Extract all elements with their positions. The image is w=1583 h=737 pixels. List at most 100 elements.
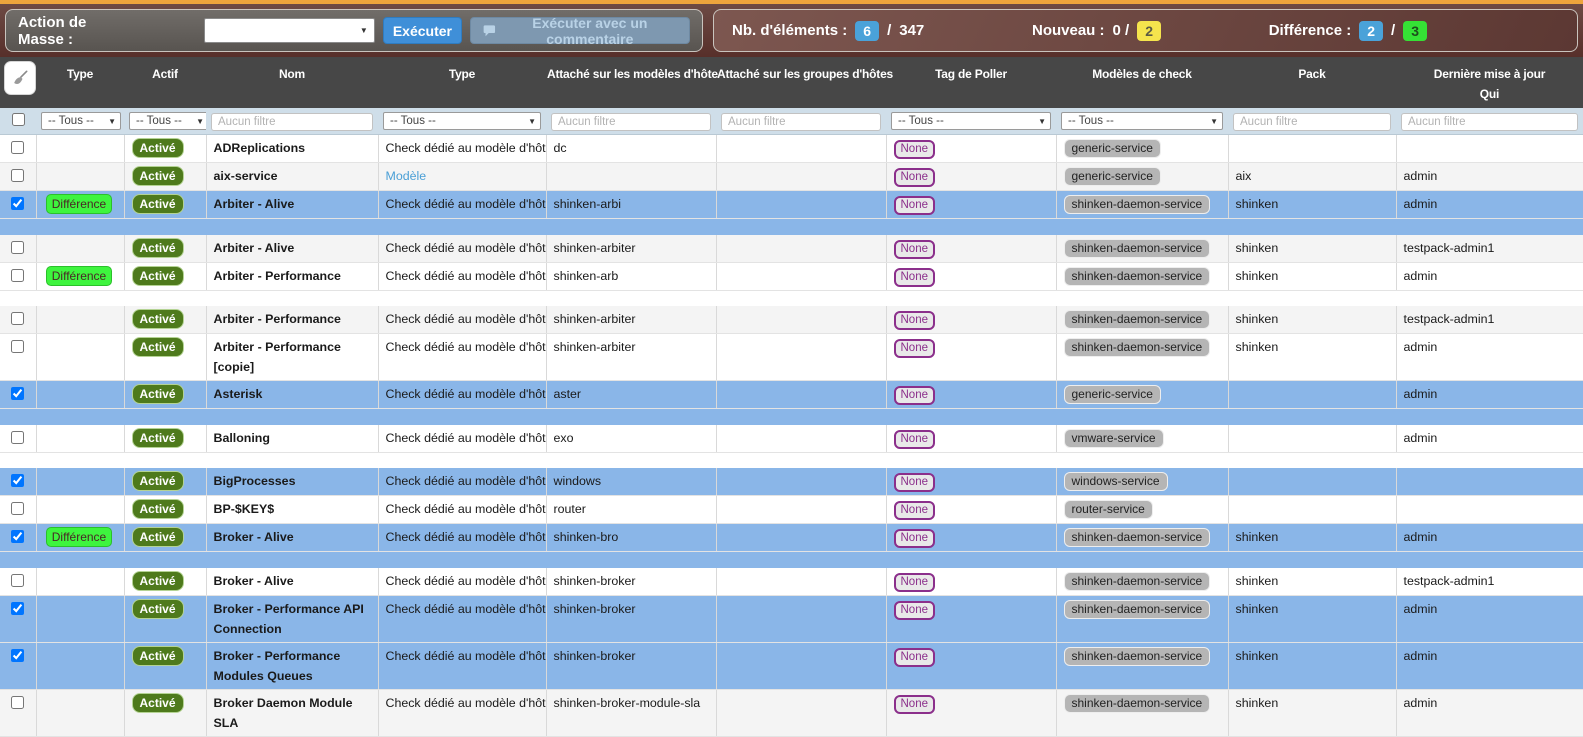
mass-action-select[interactable]: ▼ — [204, 18, 374, 43]
poller-tag-badge: None — [894, 473, 936, 492]
row-checkbox[interactable] — [11, 574, 24, 587]
check-model-badge: shinken-daemon-service — [1064, 572, 1211, 591]
host-template — [546, 163, 716, 191]
row-checkbox[interactable] — [11, 649, 24, 662]
filter-check-models-select[interactable]: -- Tous --▼ — [1061, 112, 1223, 130]
filter-nom-input[interactable] — [211, 113, 373, 131]
active-badge: Activé — [132, 384, 184, 404]
row-checkbox[interactable] — [11, 340, 24, 353]
elements-separator: / — [887, 22, 891, 39]
new-count-badge: 2 — [1137, 21, 1161, 41]
poller-tag-badge: None — [894, 311, 936, 330]
filter-actif-select[interactable]: -- Tous --▼ — [129, 112, 209, 130]
check-model-badge: shinken-daemon-service — [1064, 338, 1211, 357]
host-groups — [716, 262, 886, 290]
row-checkbox[interactable] — [11, 197, 24, 210]
row-checkbox[interactable] — [11, 241, 24, 254]
col-header-type: Type — [36, 57, 124, 108]
check-model-badge: shinken-daemon-service — [1064, 310, 1211, 329]
table-row: Activé Arbiter - Performance Check dédié… — [0, 306, 1583, 334]
author: admin — [1396, 262, 1583, 290]
host-groups — [716, 306, 886, 334]
row-checkbox[interactable] — [11, 602, 24, 615]
chevron-down-icon: ▼ — [360, 26, 368, 35]
col-header-qui: Qui — [1397, 87, 1582, 101]
service-type: Check dédié au modèle d'hôte — [378, 135, 546, 163]
pack — [1228, 425, 1396, 453]
row-checkbox[interactable] — [11, 431, 24, 444]
execute-with-comment-button[interactable]: Exécuter avec un commentaire — [470, 17, 690, 44]
host-groups — [716, 568, 886, 596]
service-type: Check dédié au modèle d'hôte — [378, 468, 546, 496]
header-row: Type Actif Nom Type Attaché sur les modè… — [0, 57, 1583, 108]
model-link[interactable]: Modèle — [386, 169, 427, 183]
service-type: Check dédié au modèle d'hôte — [378, 235, 546, 263]
service-name: Broker - Performance API Connection — [206, 595, 378, 642]
active-badge: Activé — [132, 571, 184, 591]
col-header-pack: Pack — [1228, 57, 1396, 108]
pack: shinken — [1228, 191, 1396, 219]
row-checkbox[interactable] — [11, 141, 24, 154]
difference-label: Différence : — [1269, 22, 1352, 39]
filter-pack-input[interactable] — [1233, 113, 1391, 131]
host-template: shinken-arbi — [546, 191, 716, 219]
host-groups — [716, 496, 886, 524]
host-groups — [716, 468, 886, 496]
pack: shinken — [1228, 689, 1396, 736]
clear-filters-button[interactable] — [4, 61, 36, 95]
host-groups — [716, 595, 886, 642]
active-badge: Activé — [132, 646, 184, 666]
pack: shinken — [1228, 642, 1396, 689]
filter-last-update-input[interactable] — [1401, 113, 1578, 131]
new-label: Nouveau : — [1032, 22, 1105, 39]
service-name: ADReplications — [206, 135, 378, 163]
row-checkbox[interactable] — [11, 169, 24, 182]
author: admin — [1396, 163, 1583, 191]
row-checkbox[interactable] — [11, 696, 24, 709]
author: admin — [1396, 642, 1583, 689]
filter-host-groups-input[interactable] — [721, 113, 881, 131]
chevron-down-icon: ▼ — [1210, 117, 1218, 126]
row-checkbox[interactable] — [11, 312, 24, 325]
filter-type-select[interactable]: -- Tous --▼ — [41, 112, 121, 130]
difference-badge: Différence — [46, 527, 112, 547]
host-groups — [716, 689, 886, 736]
service-name: BigProcesses — [206, 468, 378, 496]
check-model-badge: router-service — [1064, 500, 1153, 519]
pack: shinken — [1228, 595, 1396, 642]
check-model-badge: shinken-daemon-service — [1064, 239, 1211, 258]
host-template: shinken-broker-module-sla — [546, 689, 716, 736]
row-checkbox[interactable] — [11, 269, 24, 282]
header-clear-cell — [0, 57, 36, 108]
execute-with-comment-label: Exécuter avec un commentaire — [503, 15, 677, 47]
row-checkbox[interactable] — [11, 474, 24, 487]
author: admin — [1396, 595, 1583, 642]
row-checkbox[interactable] — [11, 387, 24, 400]
poller-tag-badge: None — [894, 339, 936, 358]
select-all-checkbox[interactable] — [12, 113, 25, 126]
author — [1396, 135, 1583, 163]
filter-row: -- Tous --▼ -- Tous --▼ -- Tous --▼ -- T… — [0, 108, 1583, 135]
pack — [1228, 496, 1396, 524]
author — [1396, 468, 1583, 496]
difference-badge: Différence — [46, 194, 112, 214]
service-name: Asterisk — [206, 381, 378, 409]
chevron-down-icon: ▼ — [196, 117, 204, 126]
host-template: windows — [546, 468, 716, 496]
chevron-down-icon: ▼ — [1038, 117, 1046, 126]
poller-tag-badge: None — [894, 386, 936, 405]
filter-host-templates-input[interactable] — [551, 113, 711, 131]
check-model-badge: generic-service — [1064, 139, 1161, 158]
row-checkbox[interactable] — [11, 530, 24, 543]
poller-tag-badge: None — [894, 501, 936, 520]
check-model-badge: windows-service — [1064, 472, 1168, 491]
host-groups — [716, 235, 886, 263]
execute-button[interactable]: Exécuter — [383, 17, 462, 44]
filter-type2-select[interactable]: -- Tous --▼ — [383, 112, 541, 130]
elements-selected-badge: 6 — [855, 21, 879, 41]
service-type: Check dédié au modèle d'hôte — [378, 642, 546, 689]
row-checkbox[interactable] — [11, 502, 24, 515]
active-badge: Activé — [132, 337, 184, 357]
filter-poller-select[interactable]: -- Tous --▼ — [891, 112, 1051, 130]
service-name: BP-$KEY$ — [206, 496, 378, 524]
